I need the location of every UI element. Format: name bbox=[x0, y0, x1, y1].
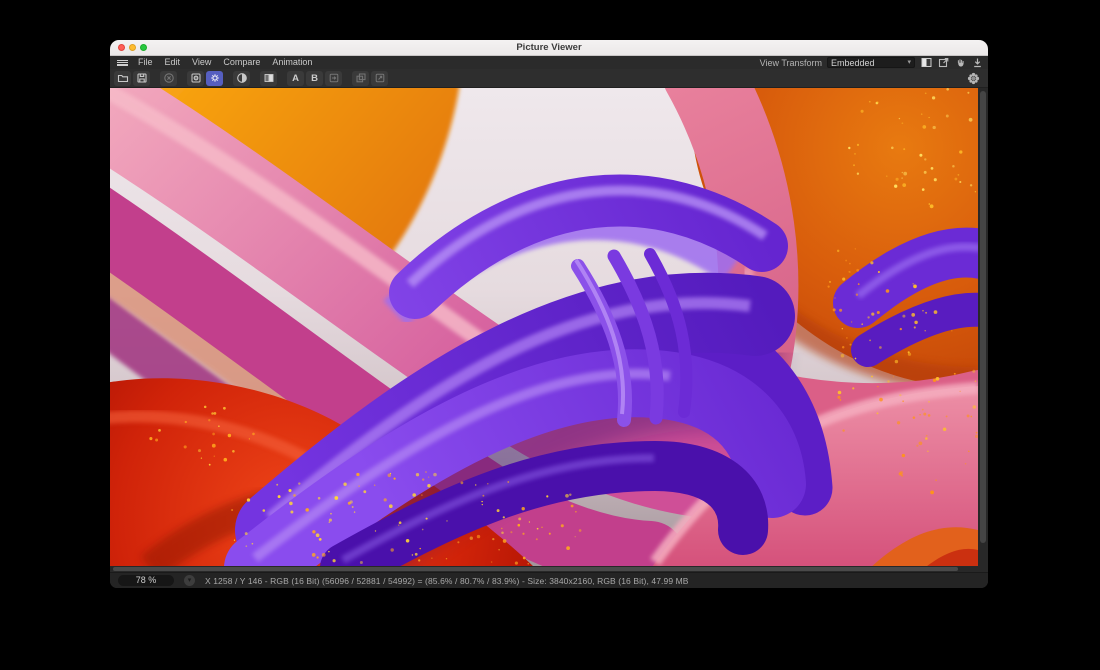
view-transform-select[interactable]: Embedded ▾ bbox=[827, 57, 915, 68]
open-external-icon[interactable] bbox=[937, 57, 949, 68]
horizontal-scrollbar-thumb[interactable] bbox=[113, 567, 958, 571]
contrast-icon bbox=[236, 72, 248, 84]
pan-hand-icon[interactable] bbox=[954, 57, 966, 68]
export-icon bbox=[374, 72, 386, 84]
chevron-down-icon: ▾ bbox=[188, 577, 192, 584]
zoom-dropdown-button[interactable]: ▾ bbox=[184, 575, 195, 586]
menu-view[interactable]: View bbox=[186, 56, 217, 69]
pages-icon bbox=[263, 72, 275, 84]
zoom-level-field[interactable]: 78 % bbox=[118, 575, 174, 586]
menu-edit[interactable]: Edit bbox=[159, 56, 187, 69]
split-view-icon[interactable] bbox=[920, 57, 932, 68]
folder-icon bbox=[117, 72, 129, 84]
stop-render-icon bbox=[163, 72, 175, 84]
channel-a-button[interactable]: A bbox=[287, 71, 304, 86]
zoom-button[interactable] bbox=[140, 44, 147, 51]
image-viewport[interactable] bbox=[110, 88, 988, 566]
save-button[interactable] bbox=[133, 71, 150, 86]
view-transform-value: Embedded bbox=[831, 58, 907, 68]
picture-viewer-window: Picture Viewer File Edit View Compare An… bbox=[110, 40, 988, 588]
rendered-image bbox=[110, 88, 978, 566]
chevron-down-icon: ▾ bbox=[907, 59, 911, 66]
vertical-scrollbar[interactable] bbox=[978, 88, 988, 566]
hamburger-menu-icon[interactable] bbox=[117, 58, 128, 67]
vertical-scrollbar-thumb[interactable] bbox=[980, 91, 986, 543]
stop-render-button[interactable] bbox=[160, 71, 177, 86]
layers-icon bbox=[355, 72, 367, 84]
swap-icon bbox=[328, 72, 340, 84]
gear-chip-icon bbox=[190, 72, 202, 84]
menu-file[interactable]: File bbox=[132, 56, 159, 69]
menu-bar: File Edit View Compare Animation View Tr… bbox=[110, 56, 988, 69]
open-button[interactable] bbox=[114, 71, 131, 86]
compare-pages-button[interactable] bbox=[260, 71, 277, 86]
horizontal-scrollbar[interactable] bbox=[110, 566, 988, 572]
copy-layer-button[interactable] bbox=[352, 71, 369, 86]
swap-ab-button[interactable] bbox=[325, 71, 342, 86]
close-button[interactable] bbox=[118, 44, 125, 51]
contrast-button[interactable] bbox=[233, 71, 250, 86]
gear-icon bbox=[209, 72, 221, 84]
status-bar: 78 % ▾ X 1258 / Y 146 - RGB (16 Bit) (56… bbox=[110, 572, 988, 588]
navigator-flower-icon bbox=[967, 72, 980, 85]
desktop-background: Picture Viewer File Edit View Compare An… bbox=[0, 0, 1100, 670]
view-transform-label: View Transform bbox=[760, 58, 822, 68]
download-icon[interactable] bbox=[971, 57, 983, 68]
toolbar: A B bbox=[110, 69, 988, 88]
title-bar: Picture Viewer bbox=[110, 40, 988, 56]
minimize-button[interactable] bbox=[129, 44, 136, 51]
window-title: Picture Viewer bbox=[110, 42, 988, 53]
menu-compare[interactable]: Compare bbox=[217, 56, 266, 69]
render-settings-button[interactable] bbox=[187, 71, 204, 86]
filter-settings-button[interactable] bbox=[206, 71, 223, 86]
menu-animation[interactable]: Animation bbox=[266, 56, 318, 69]
channel-b-button[interactable]: B bbox=[306, 71, 323, 86]
floppy-icon bbox=[136, 72, 148, 84]
navigator-button[interactable] bbox=[965, 71, 982, 86]
export-layer-button[interactable] bbox=[371, 71, 388, 86]
pixel-info-text: X 1258 / Y 146 - RGB (16 Bit) (56096 / 5… bbox=[205, 576, 689, 586]
